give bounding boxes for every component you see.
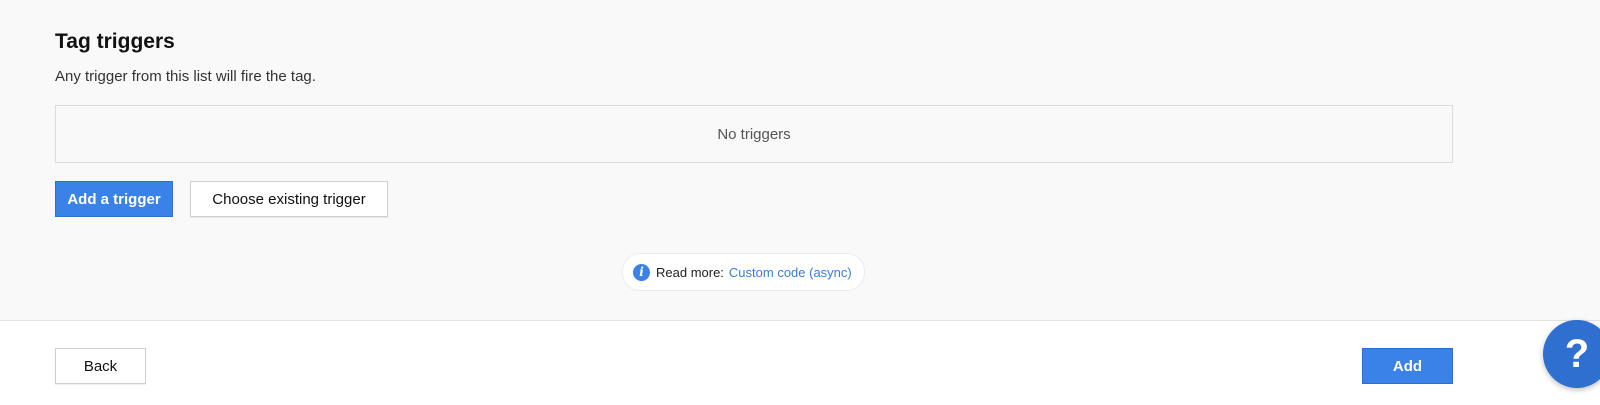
help-button[interactable]: ? xyxy=(1543,320,1600,388)
section-title: Tag triggers xyxy=(55,30,175,53)
add-trigger-button[interactable]: Add a trigger xyxy=(55,181,173,217)
add-button[interactable]: Add xyxy=(1362,348,1453,384)
trigger-list: No triggers xyxy=(55,105,1453,163)
empty-triggers-text: No triggers xyxy=(717,125,791,143)
question-icon: ? xyxy=(1564,331,1590,376)
read-more-link[interactable]: Custom code (async) xyxy=(729,265,852,280)
tag-trigger-page: Tag triggers Any trigger from this list … xyxy=(0,0,1600,405)
info-icon: i xyxy=(633,263,650,281)
back-button[interactable]: Back xyxy=(55,348,146,384)
read-more-label: Read more: xyxy=(656,264,724,280)
section-subtitle: Any trigger from this list will fire the… xyxy=(55,68,316,85)
read-more-pill: i Read more: Custom code (async) xyxy=(622,253,865,291)
choose-existing-trigger-button[interactable]: Choose existing trigger xyxy=(190,181,388,217)
triggers-section: Tag triggers Any trigger from this list … xyxy=(0,0,1600,321)
